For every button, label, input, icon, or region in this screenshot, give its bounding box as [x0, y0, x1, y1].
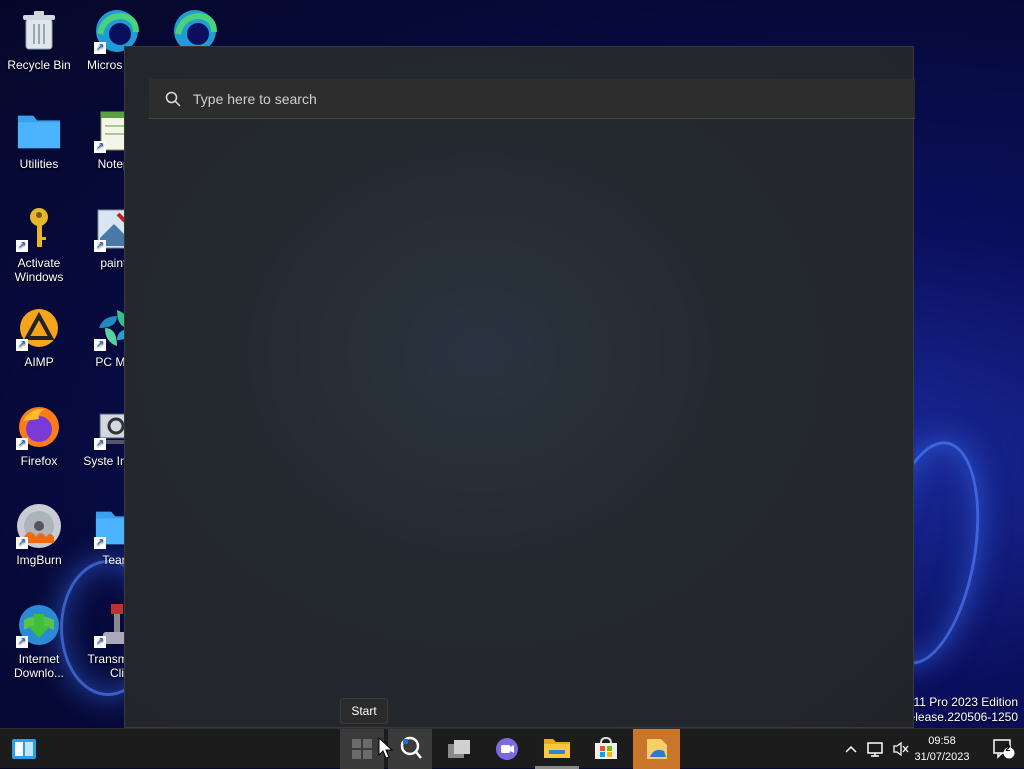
folder-app-icon	[646, 739, 667, 759]
start-tooltip: Start	[340, 698, 388, 724]
desktop-icon-label: Activate Windows	[14, 256, 64, 284]
shortcut-arrow-icon: ↗	[16, 438, 28, 450]
desktop-icon-label: Internet Downlo...	[13, 652, 65, 680]
widgets-button[interactable]	[2, 729, 46, 769]
task-view-button[interactable]	[437, 729, 481, 769]
shortcut-arrow-icon: ↗	[94, 339, 106, 351]
chevron-up-icon	[845, 745, 857, 753]
shortcut-arrow-icon: ↗	[16, 636, 28, 648]
task-view-icon	[448, 740, 470, 758]
desktop-icon-recycle-bin[interactable]: Recycle Bin	[2, 8, 76, 72]
file-explorer-icon	[544, 738, 570, 758]
desktop-icon-internet-download-manager[interactable]: ↗ Internet Downlo...	[2, 602, 76, 680]
clock-date: 31/07/2023	[914, 751, 970, 763]
shortcut-arrow-icon: ↗	[94, 537, 106, 549]
taskbar: 09:58 31/07/2023 2	[0, 728, 1024, 769]
search-icon	[165, 91, 181, 107]
shortcut-arrow-icon: ↗	[16, 240, 28, 252]
search-taskbar-button[interactable]	[388, 729, 432, 769]
desktop-icon-label: AIMP	[24, 355, 54, 369]
desktop-icon-label: Recycle Bin	[7, 58, 71, 72]
chat-icon	[496, 738, 518, 760]
store-icon	[595, 737, 617, 759]
widgets-icon	[12, 739, 36, 759]
desktop-icon-activate-windows[interactable]: ↗ Activate Windows	[2, 206, 76, 284]
desktop-icon-label: ImgBurn	[16, 553, 62, 567]
file-explorer-button[interactable]	[535, 729, 579, 769]
search-input[interactable]	[191, 89, 835, 108]
shortcut-arrow-icon: ↗	[16, 537, 28, 549]
globe-download-icon: ↗	[16, 602, 62, 648]
shortcut-arrow-icon: ↗	[94, 636, 106, 648]
shortcut-arrow-icon: ↗	[16, 339, 28, 351]
search-box[interactable]	[149, 79, 915, 119]
windows-logo-icon	[352, 739, 372, 759]
volume-muted-icon	[893, 741, 909, 757]
clock-time: 09:58	[928, 735, 956, 747]
firefox-icon: ↗	[16, 404, 62, 450]
shortcut-arrow-icon: ↗	[94, 438, 106, 450]
notification-count-badge: 2	[1005, 743, 1011, 753]
shortcut-arrow-icon: ↗	[94, 42, 106, 54]
desktop-icon-label: Firefox	[20, 454, 58, 468]
recycle-bin-icon	[16, 8, 62, 54]
mouse-cursor-icon	[378, 737, 394, 759]
shortcut-arrow-icon: ↗	[94, 240, 106, 252]
search-icon	[400, 736, 422, 759]
notification-center-button[interactable]: 2	[990, 729, 1018, 769]
desktop-icon-utilities[interactable]: Utilities	[2, 107, 76, 171]
microsoft-store-button[interactable]	[584, 729, 628, 769]
shortcut-arrow-icon: ↗	[94, 141, 106, 153]
desktop-icon-firefox[interactable]: ↗ Firefox	[2, 404, 76, 468]
aimp-icon: ↗	[16, 305, 62, 351]
disc-icon: ↗	[16, 503, 62, 549]
volume-button[interactable]	[890, 729, 912, 769]
show-hidden-icons-button[interactable]	[842, 729, 860, 769]
network-icon	[867, 742, 883, 757]
search-panel	[124, 46, 915, 728]
desktop-icon-aimp[interactable]: ↗ AIMP	[2, 305, 76, 369]
clock[interactable]: 09:58 31/07/2023	[910, 733, 974, 765]
network-button[interactable]	[864, 729, 886, 769]
desktop-icon-imgburn[interactable]: ↗ ImgBurn	[2, 503, 76, 567]
desktop-icon-label: Utilities	[19, 157, 59, 171]
teams-chat-button[interactable]	[485, 729, 529, 769]
key-icon: ↗	[16, 206, 62, 252]
folder-icon	[16, 107, 62, 153]
app-button-highlighted[interactable]	[633, 729, 680, 769]
